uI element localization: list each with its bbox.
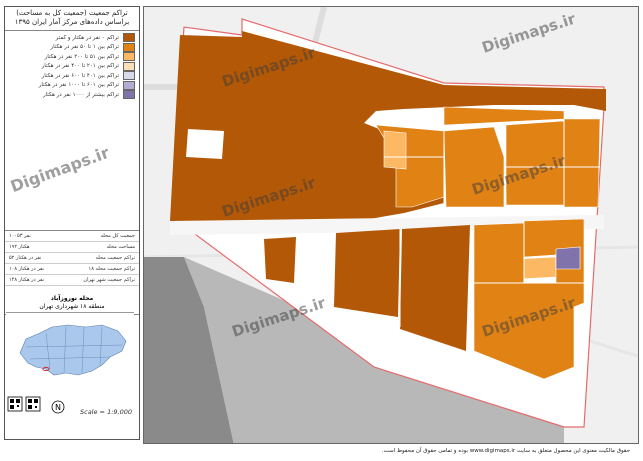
block-density-0-b [264, 237, 296, 283]
legend-swatch [123, 33, 135, 43]
legend-class-3: تراکم بین ۲۰۱ تا ۴۰۰ نفر در هکتار [5, 61, 139, 72]
stats-value: ۵۲ نفر در هکتار [9, 254, 42, 261]
stats-label: جمعیت کل محله [100, 232, 135, 239]
copyright-footer: حقوق مالکیت معنوی این محصول متعلق به سای… [381, 448, 630, 454]
stats-label: تراکم جمعیت شهر تهران [83, 276, 135, 283]
legend-class-label: تراکم بین ۵۱ تا ۲۰۰ نفر در هکتار [44, 53, 119, 60]
legend-swatch [123, 52, 135, 62]
stats-row: ۱۰۰۵۳ نفر جمعیت کل محله [5, 231, 139, 242]
stats-value: ۱۰۰۵۳ نفر [9, 232, 31, 239]
legend-class-2: تراکم بین ۵۱ تا ۲۰۰ نفر در هکتار [5, 52, 139, 62]
stats-row: ۱۹۲ هکتار مساحت محله [5, 242, 139, 253]
stats-value: ۱۰۸ نفر در هکتار [9, 265, 45, 272]
legend-class-1: تراکم بین ۱ تا ۵۰ نفر در هکتار [5, 42, 139, 53]
legend-class-label: تراکم بین ۶۰۱ تا ۱۰۰۰ نفر در هکتار [38, 82, 119, 89]
map-layout: تراکم جمعیت (جمعیت کل به مساحت) براساس د… [0, 0, 643, 461]
stats-value: ۱۴۸ نفر در هکتار [9, 276, 45, 283]
stats-row: ۱۰۸ نفر در هکتار تراکم جمعیت محله ۱۸ [5, 264, 139, 275]
legend-class-0: تراکم ۰ نفر در هکتار و کمتر [5, 33, 139, 43]
place-line2: منطقه ۱۸ شهرداری تهران [39, 302, 105, 310]
block-density-0-c [334, 229, 400, 317]
legend-class-label: تراکم بیشتر از ۱۰۰۰ نفر در هکتار [42, 91, 119, 98]
map-view[interactable]: Digimaps.ir Digimaps.ir Digimaps.ir Digi… [143, 6, 639, 444]
stats-label: مساحت محله [106, 243, 136, 250]
qr-code-icon-2 [25, 396, 41, 412]
legend-swatch [123, 90, 135, 100]
inset-map [6, 312, 134, 389]
legend-swatch [123, 61, 135, 71]
stats-row: ۱۴۸ نفر در هکتار تراکم جمعیت شهر تهران [5, 275, 139, 286]
stats-label: تراکم جمعیت محله ۱۸ [88, 265, 135, 272]
legend-class-5: تراکم بین ۶۰۱ تا ۱۰۰۰ نفر در هکتار [5, 80, 139, 91]
legend-title-line2: براساس داده‌های مرکز آمار ایران ۱۳۹۵ [14, 18, 130, 26]
block-density-1-d [563, 118, 601, 208]
block-density-51-200-a [383, 130, 407, 170]
legend-class-label: تراکم ۰ نفر در هکتار و کمتر [55, 34, 119, 41]
block-density-601-1000 [555, 246, 581, 270]
block-density-1-f [473, 222, 525, 284]
stats-label: تراکم جمعیت محله [95, 254, 135, 261]
tehran-districts-shape [19, 324, 127, 376]
north-arrow-icon: N [51, 400, 65, 414]
legend-title-line1: تراکم جمعیت (جمعیت کل به مساحت) [16, 9, 128, 17]
legend-swatch [123, 71, 135, 81]
legend-title: تراکم جمعیت (جمعیت کل به مساحت) براساس د… [5, 7, 139, 31]
place-line1: محله نوروزآباد [50, 294, 94, 302]
legend-class-6: تراکم بیشتر از ۱۰۰۰ نفر در هکتار [5, 90, 139, 100]
legend-class-label: تراکم بین ۴۰۱ تا ۶۰۰ نفر در هکتار [41, 72, 119, 79]
block-density-0-d [400, 225, 470, 351]
legend-class-label: تراکم بین ۱ تا ۵۰ نفر در هکتار [50, 44, 119, 51]
legend-swatch [123, 42, 135, 52]
stats-row: ۵۲ نفر در هکتار تراکم جمعیت محله [5, 253, 139, 264]
qr-code-icon [7, 396, 23, 412]
stats-table: ۱۰۰۵۳ نفر جمعیت کل محله ۱۹۲ هکتار مساحت محل… [5, 229, 139, 286]
stats-value: ۱۹۲ هکتار [9, 243, 30, 250]
legend-class-label: تراکم بین ۲۰۱ تا ۴۰۰ نفر در هکتار [41, 63, 119, 70]
legend-classes: تراکم ۰ نفر در هکتار و کمتر تراکم بین ۱ ت… [5, 31, 139, 100]
legend-swatch [123, 80, 135, 90]
legend-class-4: تراکم بین ۴۰۱ تا ۶۰۰ نفر در هکتار [5, 71, 139, 81]
scale-text: Scale = 1:9,000 [80, 408, 132, 416]
svg-text:N: N [55, 403, 61, 412]
